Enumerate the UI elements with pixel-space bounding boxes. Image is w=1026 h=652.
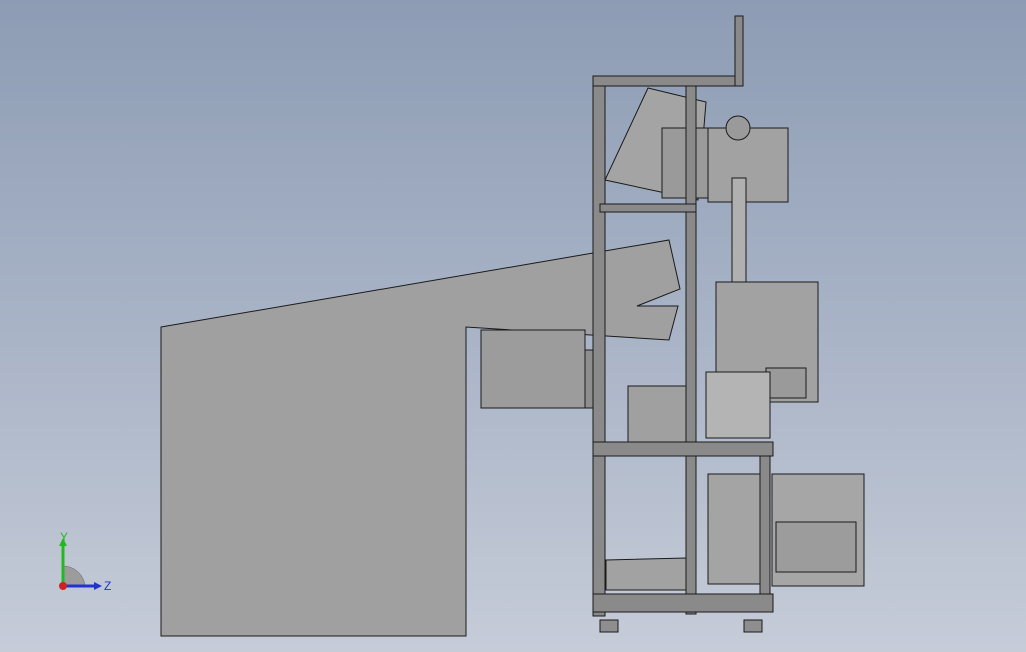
frame-post-left xyxy=(592,75,606,617)
hoist-pulley xyxy=(725,115,751,141)
machine-assembly-model[interactable] xyxy=(0,0,1026,652)
triad-z-label: Z xyxy=(104,579,111,593)
bottom-tray xyxy=(605,557,687,591)
lower-cabinet[interactable] xyxy=(707,473,761,585)
triad-z-arrow-icon xyxy=(94,582,102,590)
frame-floor-rail xyxy=(592,593,774,613)
controller-box-upper[interactable] xyxy=(707,127,789,203)
leveling-foot-left xyxy=(599,619,619,633)
frame-post-mid xyxy=(685,83,697,615)
frame-base-rail xyxy=(592,441,774,457)
triad-origin-dot xyxy=(59,582,67,590)
triad-y-label: Y xyxy=(60,530,68,544)
leveling-foot-right xyxy=(743,619,763,633)
frame-post-right xyxy=(759,449,771,611)
mast-post xyxy=(734,15,744,87)
coordinate-triad: Y Z xyxy=(59,530,111,593)
side-box-window xyxy=(775,521,857,573)
hmi-screen[interactable] xyxy=(765,367,807,399)
cad-graphics-area[interactable]: Y Z xyxy=(0,0,1026,652)
control-panel-left[interactable] xyxy=(480,329,586,409)
motor-assembly xyxy=(705,371,771,439)
feed-unit xyxy=(627,385,687,443)
frame-top-rail xyxy=(592,75,744,87)
frame-mid-rail xyxy=(599,203,697,213)
triad-origin-arc xyxy=(62,565,86,587)
